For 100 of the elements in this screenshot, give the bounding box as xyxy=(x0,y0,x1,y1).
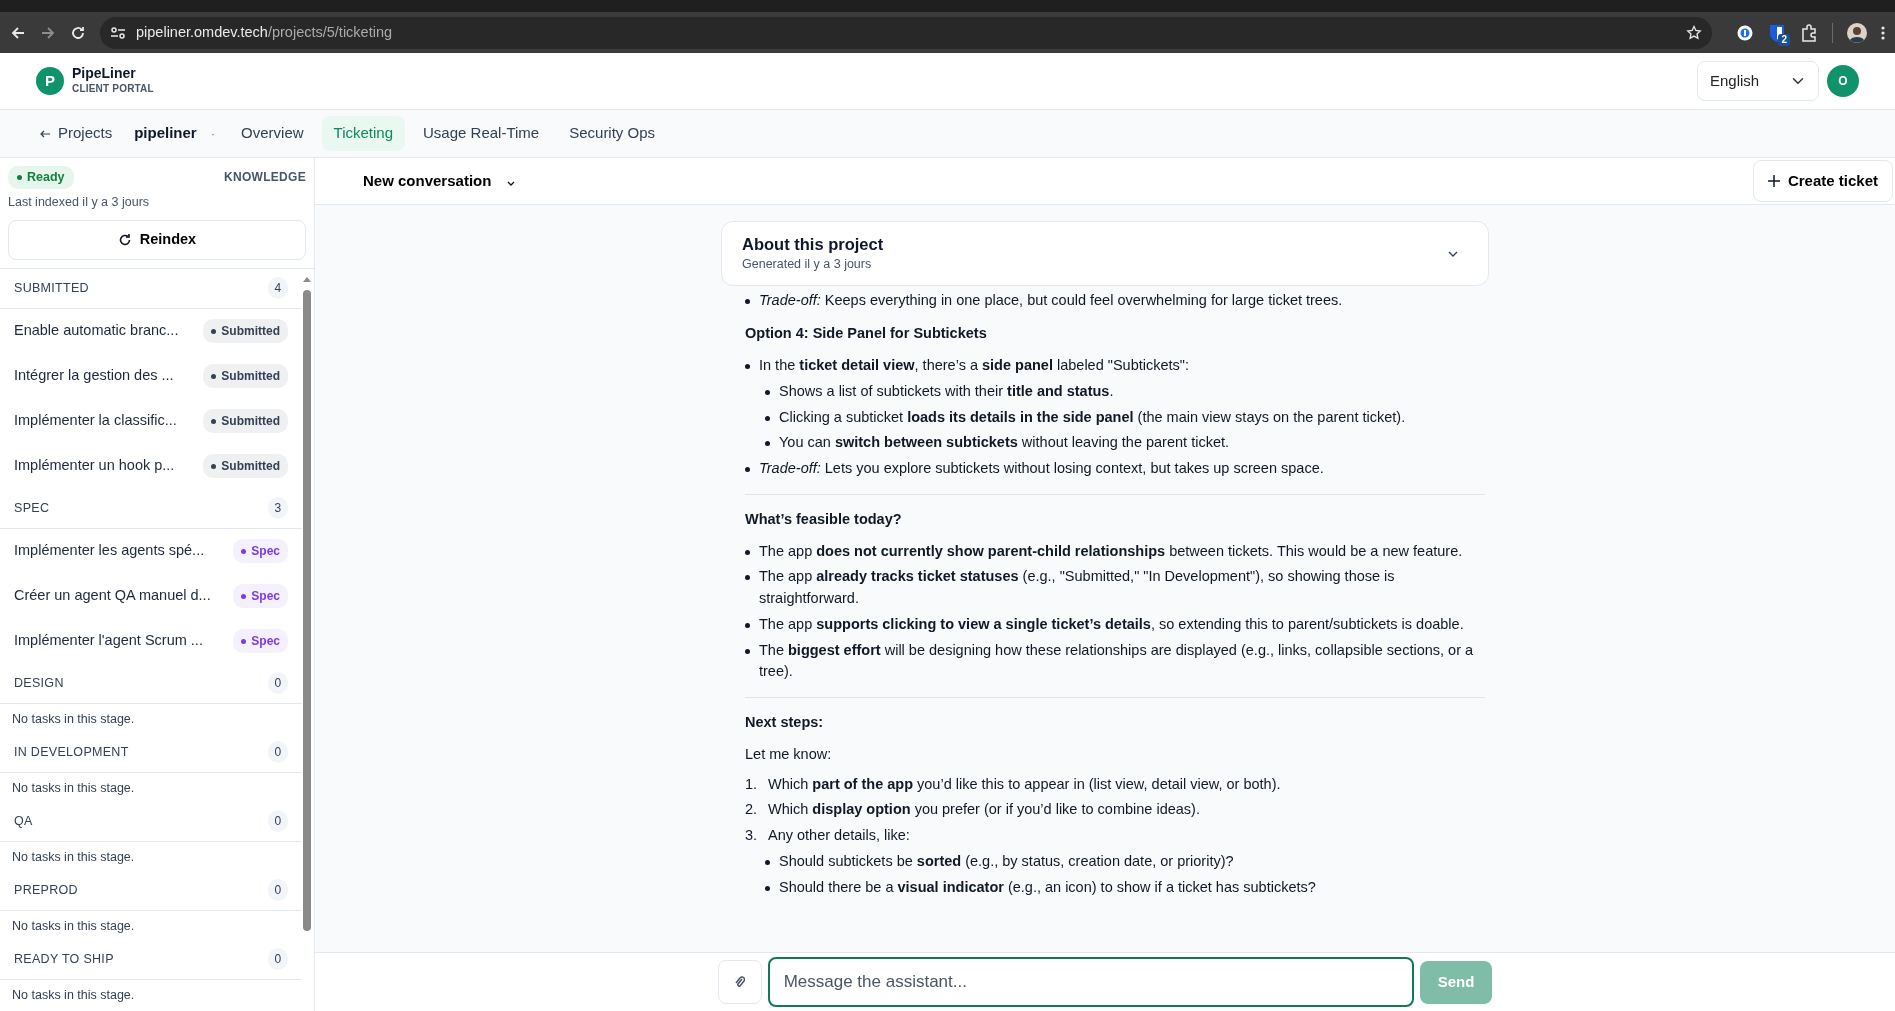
list-item-text: Clicking a subticket loads its details in the side panel (the main view stays on the parent ticket). xyxy=(779,407,1406,427)
list-item-text: Which display option you prefer (or if you’d like to combine ideas). xyxy=(768,800,1200,820)
count-badge: 0 xyxy=(268,672,288,694)
status-text: Spec xyxy=(251,633,280,650)
stage-title: DESIGN xyxy=(14,674,64,692)
bullet-dot xyxy=(765,859,770,865)
ticket-title: Implémenter un hook p... xyxy=(14,456,175,476)
bullet-dot xyxy=(745,622,750,628)
back-arrow-icon xyxy=(40,129,50,138)
reload-icon[interactable] xyxy=(70,24,86,41)
stage-title: READY TO SHIP xyxy=(14,950,114,968)
ticket-item[interactable]: Enable automatic branc... Submitted xyxy=(0,308,302,354)
profile-avatar[interactable] xyxy=(1847,22,1867,43)
bullet-dot xyxy=(765,441,770,447)
ticket-title: Implémenter les agents spé... xyxy=(14,541,205,561)
empty-text: No tasks in this stage. xyxy=(11,917,136,935)
conversation-dropdown[interactable]: New conversation xyxy=(345,169,534,193)
ticket-title: Enable automatic branc... xyxy=(14,321,179,341)
app-subtitle: CLIENT PORTAL xyxy=(72,82,154,97)
list-item-text: In the ticket detail view, there’s a side panel labeled "Subtickets": xyxy=(759,356,1189,376)
reindex-button[interactable]: Reindex xyxy=(8,219,306,260)
section-heading: Option 4: Side Panel for Subtickets xyxy=(745,324,988,344)
list-number: 3. xyxy=(745,826,759,846)
last-indexed-text: Last indexed il y a 3 jours xyxy=(7,193,151,211)
reload-icon xyxy=(117,232,132,247)
puzzle-icon[interactable] xyxy=(1800,23,1818,42)
ticket-title: Implémenter l'agent Scrum ... xyxy=(14,631,203,651)
list-item-text: Should subtickets be sorted (e.g., by status, creation date, or priority)? xyxy=(779,851,1234,871)
back-link[interactable]: Projects xyxy=(40,122,113,145)
attach-button[interactable] xyxy=(717,960,762,1004)
list-number: 1. xyxy=(745,774,759,794)
list-item-text: The biggest effort will be designing how these relationships are displayed (e.g., links, collapsible sections, or a tree). xyxy=(759,640,1475,682)
ticket-item[interactable]: Intégrer la gestion des ... Submitted xyxy=(0,353,302,399)
ticket-item[interactable]: Créer un agent QA manuel d... Spec xyxy=(0,573,302,619)
ticket-item[interactable]: Implémenter un hook p... Submitted xyxy=(0,443,302,489)
logo: P xyxy=(36,67,64,95)
list-item-text: Shows a list of subtickets with their title and status. xyxy=(779,381,1114,401)
bullet-dot xyxy=(765,389,770,395)
status-text: Submitted xyxy=(221,323,280,340)
list-item-text: The app does not currently show parent-child relationships between tickets. This would be a new feature. xyxy=(759,541,1463,561)
stage-title: QA xyxy=(14,812,33,830)
count-badge: 3 xyxy=(268,497,288,519)
nav-tab[interactable]: Ticketing xyxy=(321,116,406,151)
bullet-dot xyxy=(745,298,750,304)
count-badge: 0 xyxy=(268,741,288,763)
empty-text: No tasks in this stage. xyxy=(11,710,136,728)
nav-tab[interactable]: Overview xyxy=(229,116,316,151)
chevron-down-icon[interactable] xyxy=(1448,251,1458,258)
nav-tab[interactable]: Security Ops xyxy=(557,116,668,151)
extension-icon[interactable] xyxy=(1736,23,1754,42)
project-name: pipeliner xyxy=(134,123,197,144)
list-item-text: Should there be a visual indicator (e.g., an icon) to show if a ticket has subtickets? xyxy=(779,877,1316,897)
status-text: Submitted xyxy=(221,368,280,385)
star-icon[interactable] xyxy=(1686,24,1702,41)
ticket-item[interactable]: Implémenter la classific... Submitted xyxy=(0,398,302,444)
stage-title: SUBMITTED xyxy=(14,279,89,297)
scrollbar-thumb[interactable] xyxy=(303,290,311,931)
empty-text: No tasks in this stage. xyxy=(11,986,136,1004)
project-info-card[interactable]: About this project Generated il y a 3 jours xyxy=(721,221,1489,286)
nav-tab[interactable]: Usage Real-Time xyxy=(411,116,552,151)
section-heading: What’s feasible today? xyxy=(745,509,903,529)
list-item-text: Which part of the app you’d like this to appear in (list view, detail view, or both). xyxy=(768,774,1281,794)
stage-title: IN DEVELOPMENT xyxy=(14,743,129,761)
user-avatar[interactable]: O xyxy=(1827,65,1859,97)
address-text[interactable]: pipeliner.omdev.tech/projects/5/ticketing xyxy=(136,21,393,44)
paperclip-icon xyxy=(734,976,745,988)
status-badge: Ready xyxy=(8,166,74,189)
bullet-dot xyxy=(745,575,750,581)
section-heading: Next steps: xyxy=(745,713,825,733)
plus-icon xyxy=(1767,175,1780,187)
ticket-item[interactable]: Implémenter les agents spé... Spec xyxy=(0,528,302,574)
empty-text: No tasks in this stage. xyxy=(11,779,136,797)
menu-icon[interactable] xyxy=(1881,24,1885,41)
scroll-up-arrow[interactable] xyxy=(303,276,311,282)
site-settings-icon[interactable] xyxy=(110,25,126,40)
count-badge: 0 xyxy=(268,879,288,901)
empty-text: No tasks in this stage. xyxy=(11,848,136,866)
separator: · xyxy=(210,124,216,143)
list-item-text: Trade-off: Lets you explore subtickets without losing context, but takes up screen space. xyxy=(759,459,1324,479)
bullet-dot xyxy=(745,467,750,473)
knowledge-label: KNOWLEDGE xyxy=(223,169,306,187)
message-input[interactable]: Message the assistant... xyxy=(767,957,1414,1007)
chevron-down-icon xyxy=(507,181,516,187)
list-item-text: Trade-off: Keeps everything in one place, but could feel overwhelming for large ticket trees. xyxy=(759,290,1343,310)
create-ticket-button[interactable]: Create ticket xyxy=(1752,160,1893,202)
card-subtitle: Generated il y a 3 jours xyxy=(742,255,873,273)
list-number: 2. xyxy=(745,800,759,820)
list-item-text: You can switch between subtickets without leaving the parent ticket. xyxy=(779,433,1229,453)
badge-count: 2 xyxy=(1778,33,1790,46)
list-item-text: The app supports clicking to view a single ticket’s details, so extending this to parent/subtickets is doable. xyxy=(759,614,1464,634)
stage-title: PREPROD xyxy=(14,881,78,899)
stage-title: SPEC xyxy=(14,499,50,517)
language-select[interactable]: English xyxy=(1697,61,1819,101)
ticket-item[interactable]: Implémenter l'agent Scrum ... Spec xyxy=(0,618,302,664)
status-text: Spec xyxy=(251,588,280,605)
app-name: PipeLiner xyxy=(72,65,137,82)
back-icon[interactable] xyxy=(10,24,26,41)
list-item-text: Any other details, like: xyxy=(768,826,910,846)
count-badge: 0 xyxy=(268,810,288,832)
forward-icon[interactable] xyxy=(40,24,56,41)
